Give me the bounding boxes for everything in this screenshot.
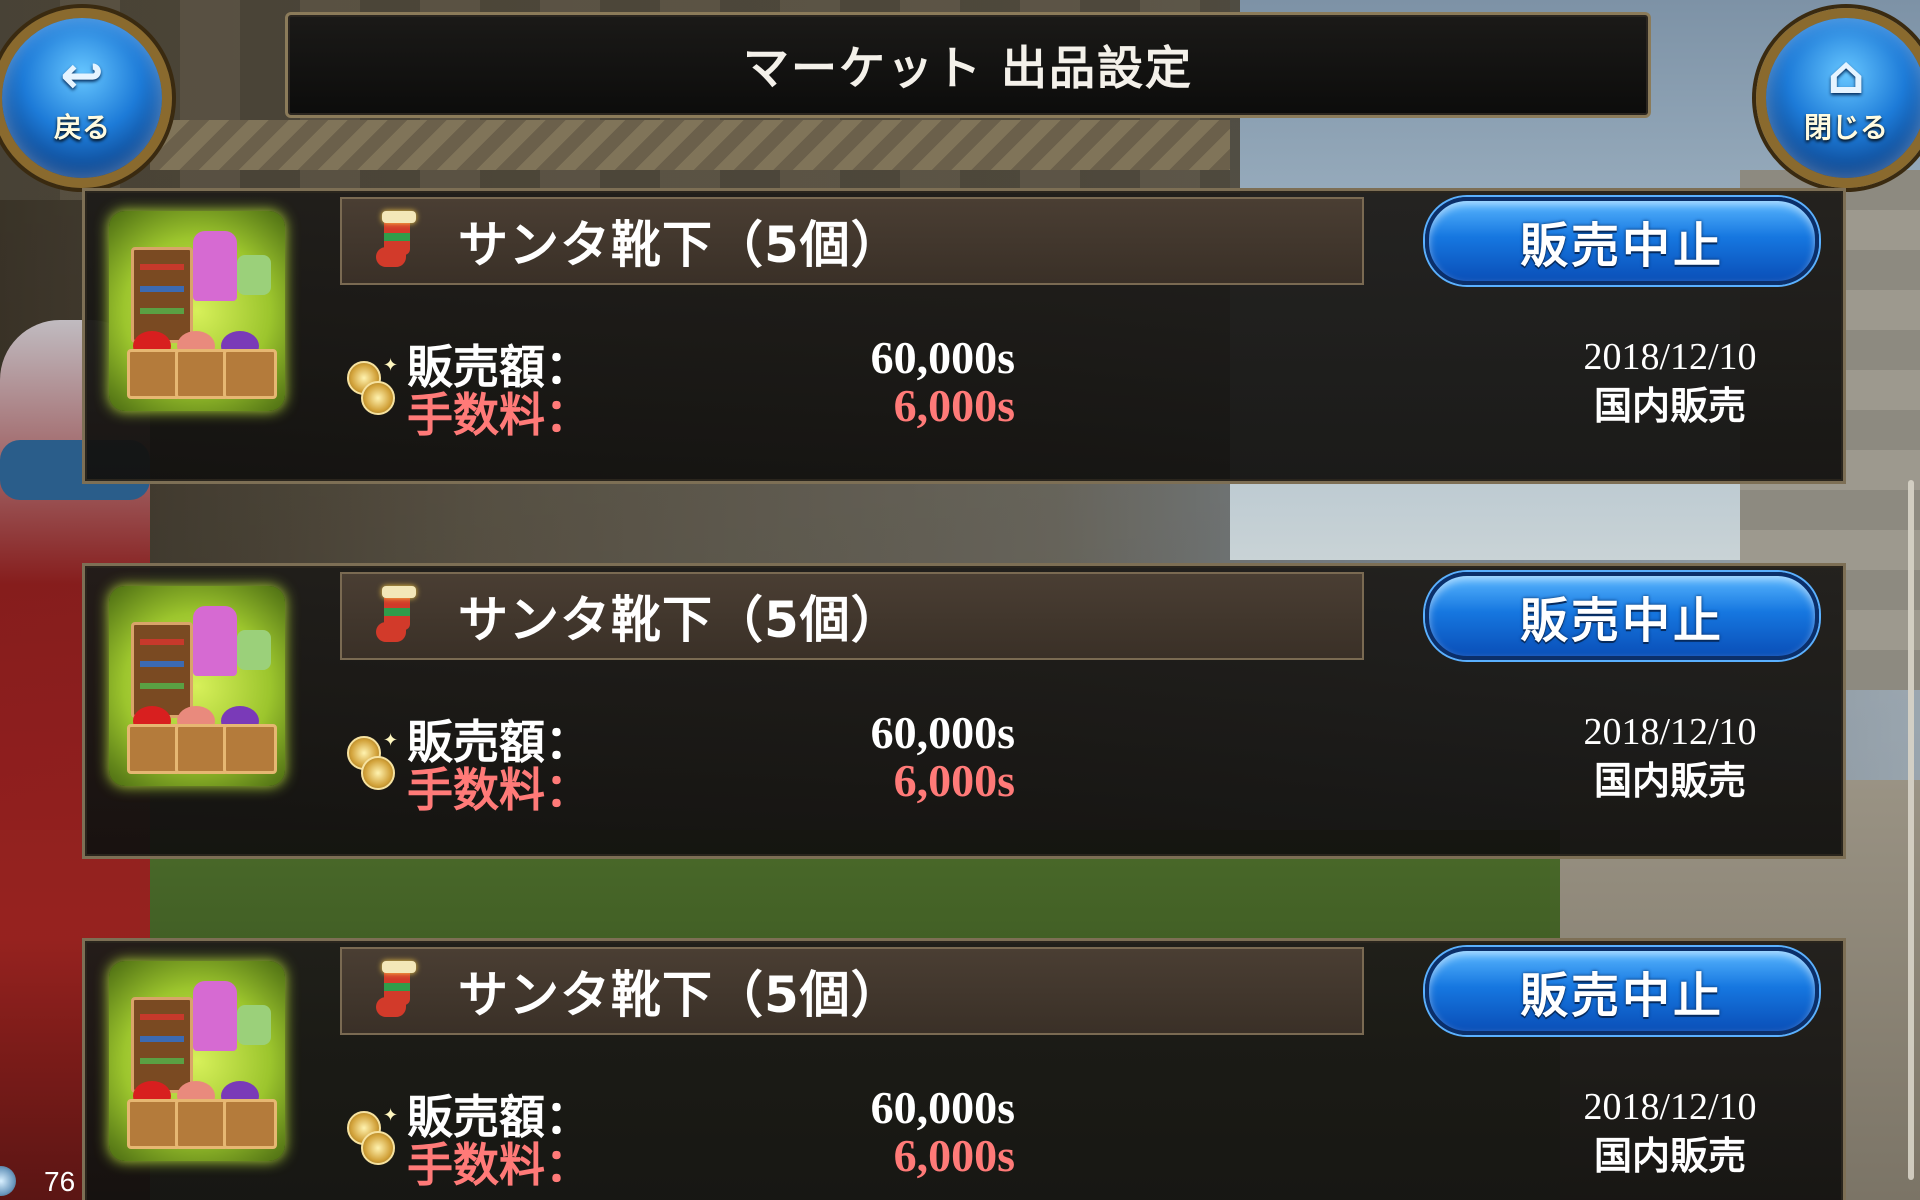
- cancel-sale-label: 販売中止: [1519, 593, 1724, 649]
- listing-row: サンタ靴下（5個） 販売中止 ✦ 販売額： 手数料： 60,000s 6,000…: [82, 188, 1846, 484]
- game-screen: マーケット 出品設定 ↩ 戻る ⌂ 閉じる サンタ靴下（5個） 販売中止 ✦ 販…: [0, 0, 1920, 1200]
- cancel-sale-button[interactable]: 販売中止: [1425, 197, 1819, 285]
- cancel-sale-label: 販売中止: [1519, 218, 1724, 274]
- market-type: 国内販売: [1593, 384, 1746, 428]
- item-name-bar: サンタ靴下（5個）: [340, 947, 1364, 1035]
- fee-label: 手数料：: [407, 763, 591, 817]
- coin-icon: ✦: [343, 1105, 399, 1165]
- coin-icon: ✦: [343, 730, 399, 790]
- back-button-label: 戻る: [53, 111, 110, 144]
- sale-price-value: 60,000s: [870, 707, 1015, 758]
- santa-stocking-icon: [376, 586, 430, 646]
- fee-label: 手数料：: [407, 388, 591, 442]
- santa-stocking-icon: [376, 211, 430, 271]
- item-name: サンタ靴下（5個）: [458, 966, 902, 1024]
- listing-date: 2018/12/10: [1583, 1086, 1757, 1128]
- listing-row: サンタ靴下（5個） 販売中止 ✦ 販売額： 手数料： 60,000s 6,000…: [82, 938, 1846, 1200]
- fee-label: 手数料：: [407, 1138, 591, 1192]
- market-stall-icon: [109, 961, 285, 1161]
- coin-icon: ✦: [343, 355, 399, 415]
- item-name-bar: サンタ靴下（5個）: [340, 572, 1364, 660]
- listing-row: サンタ靴下（5個） 販売中止 ✦ 販売額： 手数料： 60,000s 6,000…: [82, 563, 1846, 859]
- market-type: 国内販売: [1593, 759, 1746, 803]
- close-button-label: 閉じる: [1803, 111, 1888, 144]
- back-button[interactable]: ↩ 戻る: [0, 8, 172, 188]
- cancel-sale-button[interactable]: 販売中止: [1425, 947, 1819, 1035]
- home-icon: ⌂: [1827, 46, 1865, 106]
- fee-value: 6,000s: [893, 1130, 1015, 1181]
- fee-value: 6,000s: [893, 380, 1015, 431]
- background-beam: [150, 120, 1230, 170]
- item-name: サンタ靴下（5個）: [458, 591, 902, 649]
- header-bar: マーケット 出品設定: [285, 12, 1651, 118]
- sale-price-value: 60,000s: [870, 1082, 1015, 1133]
- page-title: マーケット 出品設定: [742, 41, 1193, 95]
- market-stall-icon: [109, 586, 285, 786]
- santa-stocking-icon: [376, 961, 430, 1021]
- scrollbar[interactable]: [1908, 480, 1914, 1180]
- item-name-bar: サンタ靴下（5個）: [340, 197, 1364, 285]
- fps-counter: 76: [44, 1166, 76, 1197]
- cancel-sale-label: 販売中止: [1519, 968, 1724, 1024]
- market-type: 国内販売: [1593, 1134, 1746, 1178]
- item-name: サンタ靴下（5個）: [458, 216, 902, 274]
- back-arrow-icon: ↩: [60, 46, 104, 106]
- listing-date: 2018/12/10: [1583, 711, 1757, 753]
- market-stall-icon: [109, 211, 285, 411]
- cancel-sale-button[interactable]: 販売中止: [1425, 572, 1819, 660]
- listing-date: 2018/12/10: [1583, 336, 1757, 378]
- sale-price-value: 60,000s: [870, 332, 1015, 383]
- fee-value: 6,000s: [893, 755, 1015, 806]
